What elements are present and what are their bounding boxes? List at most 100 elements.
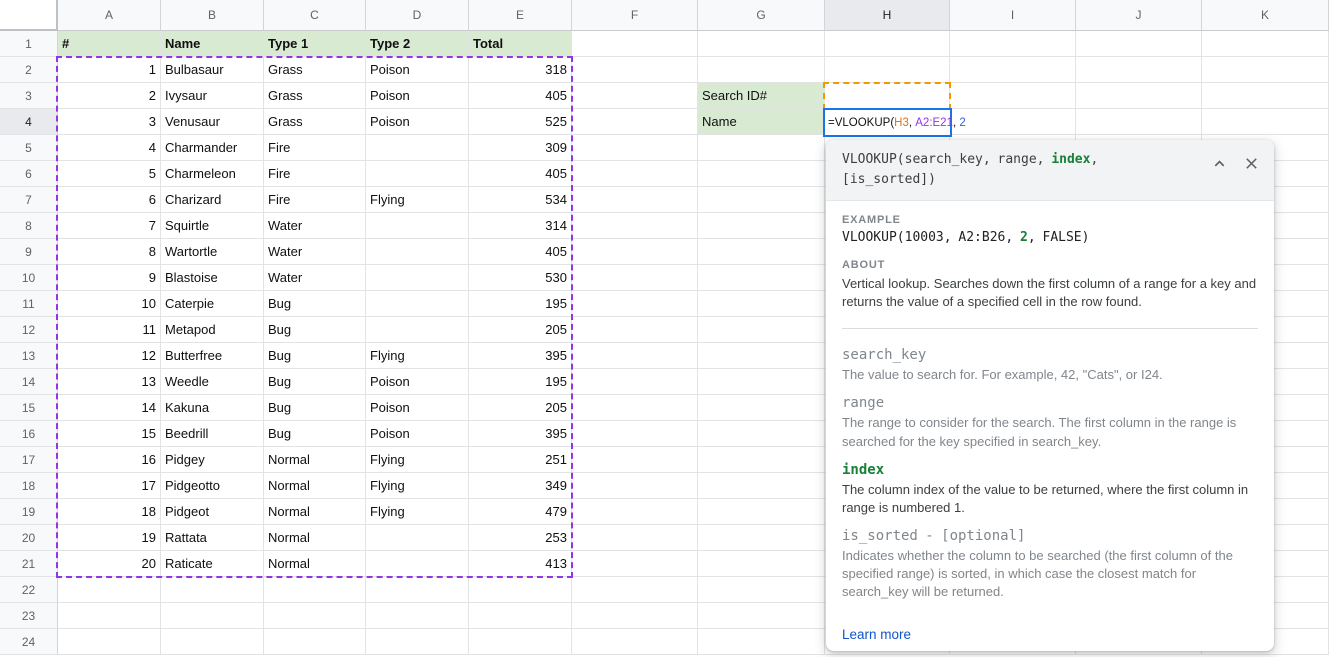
cell-C17[interactable]: Normal	[264, 447, 366, 473]
cell-J3[interactable]	[1076, 83, 1202, 109]
cell-A20[interactable]: 19	[58, 525, 161, 551]
cell-E18[interactable]: 349	[469, 473, 572, 499]
row-header-9[interactable]: 9	[0, 239, 58, 265]
cell-A22[interactable]	[58, 577, 161, 603]
cell-F6[interactable]	[572, 161, 698, 187]
cell-G17[interactable]	[698, 447, 825, 473]
row-header-14[interactable]: 14	[0, 369, 58, 395]
cell-G19[interactable]	[698, 499, 825, 525]
cell-E11[interactable]: 195	[469, 291, 572, 317]
cell-A16[interactable]: 15	[58, 421, 161, 447]
cell-A23[interactable]	[58, 603, 161, 629]
cell-E5[interactable]: 309	[469, 135, 572, 161]
cell-D19[interactable]: Flying	[366, 499, 469, 525]
cell-E6[interactable]: 405	[469, 161, 572, 187]
cell-B11[interactable]: Caterpie	[161, 291, 264, 317]
cell-G23[interactable]	[698, 603, 825, 629]
cell-B16[interactable]: Beedrill	[161, 421, 264, 447]
cell-C19[interactable]: Normal	[264, 499, 366, 525]
cell-I1[interactable]	[950, 31, 1076, 57]
row-header-2[interactable]: 2	[0, 57, 58, 83]
cell-D21[interactable]	[366, 551, 469, 577]
cell-D23[interactable]	[366, 603, 469, 629]
cell-B10[interactable]: Blastoise	[161, 265, 264, 291]
cell-F19[interactable]	[572, 499, 698, 525]
cell-F10[interactable]	[572, 265, 698, 291]
cell-E21[interactable]: 413	[469, 551, 572, 577]
cell-E8[interactable]: 314	[469, 213, 572, 239]
cell-F20[interactable]	[572, 525, 698, 551]
row-header-7[interactable]: 7	[0, 187, 58, 213]
row-header-11[interactable]: 11	[0, 291, 58, 317]
cell-D11[interactable]	[366, 291, 469, 317]
cell-A9[interactable]: 8	[58, 239, 161, 265]
cell-E2[interactable]: 318	[469, 57, 572, 83]
cell-E15[interactable]: 205	[469, 395, 572, 421]
cell-C1[interactable]: Type 1	[264, 31, 366, 57]
cell-E7[interactable]: 534	[469, 187, 572, 213]
column-header-G[interactable]: G	[698, 0, 825, 31]
cell-C2[interactable]: Grass	[264, 57, 366, 83]
cell-E23[interactable]	[469, 603, 572, 629]
cell-E3[interactable]: 405	[469, 83, 572, 109]
cell-C13[interactable]: Bug	[264, 343, 366, 369]
cell-B1[interactable]: Name	[161, 31, 264, 57]
cell-I4[interactable]	[950, 109, 1076, 135]
cell-C9[interactable]: Water	[264, 239, 366, 265]
cell-D15[interactable]: Poison	[366, 395, 469, 421]
cell-A1[interactable]: #	[58, 31, 161, 57]
column-header-A[interactable]: A	[58, 0, 161, 31]
cell-H1[interactable]	[825, 31, 950, 57]
cell-B15[interactable]: Kakuna	[161, 395, 264, 421]
cell-K1[interactable]	[1202, 31, 1329, 57]
cell-G14[interactable]	[698, 369, 825, 395]
collapse-icon[interactable]	[1210, 154, 1228, 172]
cell-B14[interactable]: Weedle	[161, 369, 264, 395]
cell-F24[interactable]	[572, 629, 698, 655]
cell-F9[interactable]	[572, 239, 698, 265]
cell-E19[interactable]: 479	[469, 499, 572, 525]
cell-D16[interactable]: Poison	[366, 421, 469, 447]
cell-F12[interactable]	[572, 317, 698, 343]
cell-A10[interactable]: 9	[58, 265, 161, 291]
row-header-20[interactable]: 20	[0, 525, 58, 551]
cell-G21[interactable]	[698, 551, 825, 577]
cell-G15[interactable]	[698, 395, 825, 421]
cell-D2[interactable]: Poison	[366, 57, 469, 83]
cell-F8[interactable]	[572, 213, 698, 239]
cell-F22[interactable]	[572, 577, 698, 603]
cell-B12[interactable]: Metapod	[161, 317, 264, 343]
cell-D1[interactable]: Type 2	[366, 31, 469, 57]
cell-D20[interactable]	[366, 525, 469, 551]
cell-A8[interactable]: 7	[58, 213, 161, 239]
cell-A18[interactable]: 17	[58, 473, 161, 499]
cell-B5[interactable]: Charmander	[161, 135, 264, 161]
cell-D24[interactable]	[366, 629, 469, 655]
cell-F5[interactable]	[572, 135, 698, 161]
cell-E24[interactable]	[469, 629, 572, 655]
row-header-12[interactable]: 12	[0, 317, 58, 343]
cell-F11[interactable]	[572, 291, 698, 317]
cell-F18[interactable]	[572, 473, 698, 499]
cell-G20[interactable]	[698, 525, 825, 551]
cell-G3[interactable]: Search ID#	[698, 83, 825, 109]
row-header-19[interactable]: 19	[0, 499, 58, 525]
row-header-24[interactable]: 24	[0, 629, 58, 655]
cell-J2[interactable]	[1076, 57, 1202, 83]
cell-A5[interactable]: 4	[58, 135, 161, 161]
cell-J4[interactable]	[1076, 109, 1202, 135]
cell-A15[interactable]: 14	[58, 395, 161, 421]
cell-G2[interactable]	[698, 57, 825, 83]
cell-H2[interactable]	[825, 57, 950, 83]
cell-I2[interactable]	[950, 57, 1076, 83]
cell-C5[interactable]: Fire	[264, 135, 366, 161]
cell-F17[interactable]	[572, 447, 698, 473]
row-header-21[interactable]: 21	[0, 551, 58, 577]
cell-A17[interactable]: 16	[58, 447, 161, 473]
cell-E16[interactable]: 395	[469, 421, 572, 447]
cell-C8[interactable]: Water	[264, 213, 366, 239]
row-header-10[interactable]: 10	[0, 265, 58, 291]
cell-E1[interactable]: Total	[469, 31, 572, 57]
cell-F15[interactable]	[572, 395, 698, 421]
cell-E14[interactable]: 195	[469, 369, 572, 395]
